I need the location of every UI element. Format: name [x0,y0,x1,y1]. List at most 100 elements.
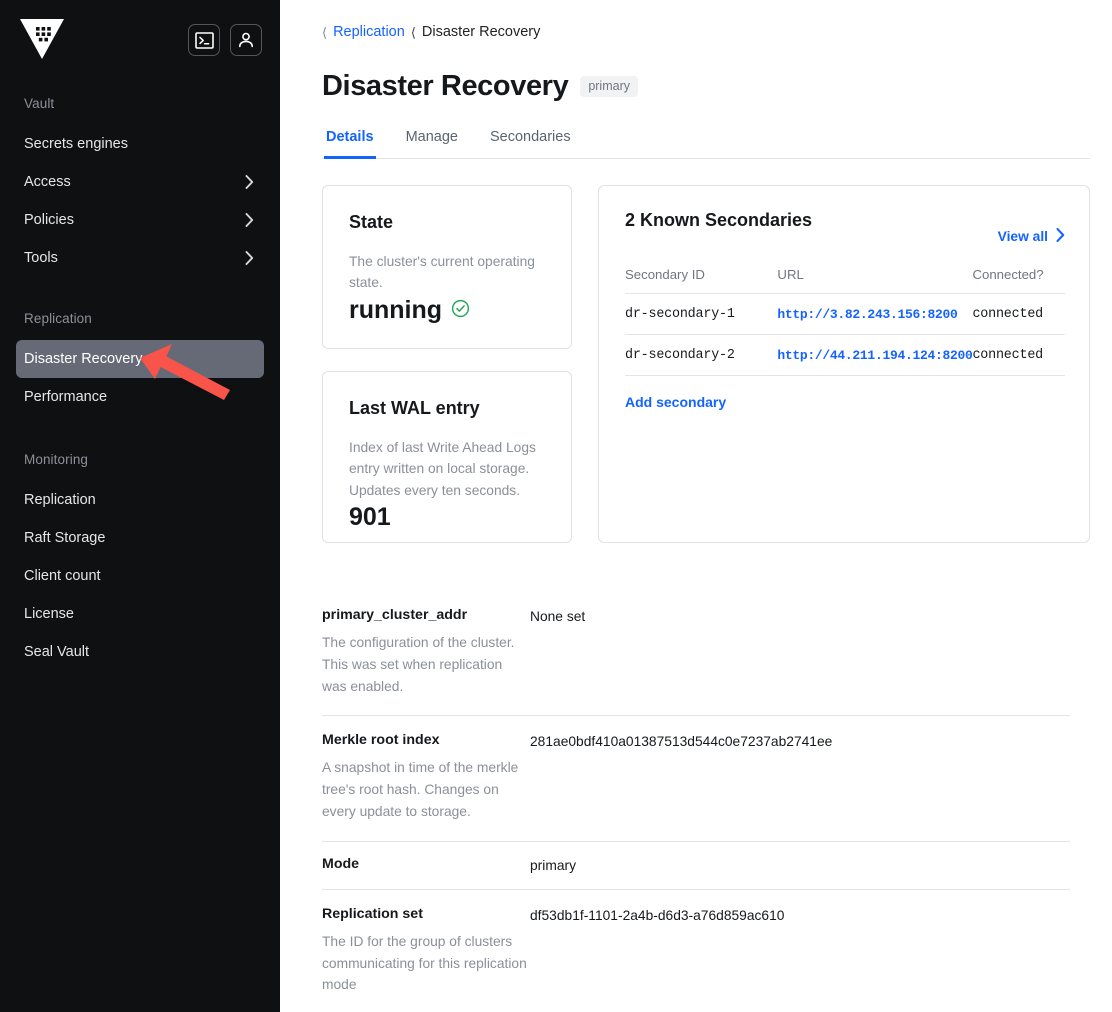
detail-label-col: Mode [322,856,530,872]
details-list: primary_cluster_addr The configuration o… [322,591,1090,1012]
nav-section-vault: Vault Secrets engines Access Policies To… [16,96,264,277]
sidebar-item-label: Seal Vault [24,644,90,660]
detail-label-col: Replication set The ID for the group of … [322,906,530,996]
detail-label-col: primary_cluster_addr The configuration o… [322,607,530,697]
nav-section-label-vault: Vault [24,96,55,111]
sidebar-action-buttons [188,14,262,56]
last-wal-entry-card: Last WAL entry Index of last Write Ahead… [322,371,572,543]
detail-label: Mode [322,856,360,873]
table-row: dr-secondary-2 http://44.211.194.124:820… [625,334,1065,376]
sidebar-item-tools[interactable]: Tools [16,239,264,277]
sidebar-item-label: Replication [24,492,96,508]
breadcrumb-current: Disaster Recovery [421,24,541,40]
sidebar-header [0,0,280,72]
sidebar-item-label: Raft Storage [24,530,106,546]
detail-row-merkle-root-index: Merkle root index A snapshot in time of … [322,716,1070,842]
column-header-secondary-id: Secondary ID [625,267,778,294]
cell-secondary-id: dr-secondary-2 [625,334,778,376]
console-toggle-button[interactable] [188,24,220,56]
secondaries-table: Secondary ID URL Connected? dr-secondary… [625,267,1065,376]
sidebar-item-policies[interactable]: Policies [16,201,264,239]
summary-cards-column: State The cluster's current operating st… [322,185,572,543]
chevron-right-icon [245,251,254,265]
wal-card-title: Last WAL entry [349,398,480,418]
sidebar-item-access[interactable]: Access [16,163,264,201]
cell-url: http://44.211.194.124:8200 [777,334,973,376]
sidebar-item-label: Tools [24,250,58,266]
wal-card-description: Index of last Write Ahead Logs entry wri… [349,440,536,498]
sidebar-item-label: Secrets engines [24,136,128,152]
chevron-left-icon: ⟨ [410,24,416,40]
check-circle-icon [451,296,470,325]
sidebar-item-seal-vault[interactable]: Seal Vault [16,633,264,671]
sidebar-item-label: Policies [24,212,74,228]
sidebar-item-disaster-recovery[interactable]: Disaster Recovery [16,340,264,378]
status-badge: primary [580,75,638,98]
cards-row: State The cluster's current operating st… [322,185,1090,543]
view-all-secondaries-link[interactable]: View all [998,228,1065,245]
detail-row-mode: Mode primary [322,842,1070,890]
detail-help-text: The ID for the group of clusters communi… [322,933,527,993]
nav-section-replication: Replication Disaster Recovery Performanc… [16,311,264,416]
detail-row-replication-set: Replication set The ID for the group of … [322,890,1070,1012]
wal-card-value: 901 [349,503,391,532]
sidebar-item-performance[interactable]: Performance [16,378,264,416]
wal-card-value-row: 901 [349,503,545,532]
cell-connected: connected [972,293,1065,335]
add-secondary-link[interactable]: Add secondary [625,394,726,410]
sidebar-item-label: Access [24,174,71,190]
sidebar-item-replication[interactable]: Replication [16,481,264,519]
cell-url: http://3.82.243.156:8200 [777,293,973,335]
secondaries-table-head: Secondary ID URL Connected? [625,267,1065,294]
secondaries-panel-title: 2 Known Secondaries [625,210,813,230]
state-card-value: running [349,295,443,324]
nav-section-label-monitoring: Monitoring [24,452,89,467]
known-secondaries-panel: 2 Known Secondaries View all Secondary I… [598,185,1090,543]
column-header-connected: Connected? [972,267,1065,294]
user-menu-button[interactable] [230,24,262,56]
view-all-label: View all [997,229,1048,244]
cell-secondary-id: dr-secondary-1 [625,293,778,335]
tab-details[interactable]: Details [324,125,376,159]
terminal-icon [194,31,214,49]
chevron-right-icon [245,175,254,189]
vault-logo-icon[interactable] [16,14,68,62]
nav-section-label-replication: Replication [24,311,92,326]
page-title-row: Disaster Recovery primary [322,70,1090,103]
tab-bar: Details Manage Secondaries [322,125,1090,159]
tab-manage[interactable]: Manage [404,125,460,159]
detail-value: 281ae0bdf410a01387513d544c0e7237ab2741ee [530,734,833,750]
main-content: ⟨ Replication ⟨ Disaster Recovery Disast… [280,0,1112,1012]
cell-connected: connected [972,334,1065,376]
panel-header: 2 Known Secondaries View all [625,210,1065,245]
nav-section-monitoring: Monitoring Replication Raft Storage Clie… [16,452,264,671]
detail-help-text: The configuration of the cluster. This w… [322,635,515,694]
chevron-right-icon [1056,228,1065,245]
user-icon [237,31,255,49]
tab-secondaries[interactable]: Secondaries [488,125,573,159]
sidebar-item-label: License [24,606,74,622]
page-title: Disaster Recovery [322,70,569,102]
sidebar-item-label: Performance [24,389,108,405]
sidebar-item-raft-storage[interactable]: Raft Storage [16,519,264,557]
detail-row-primary-cluster-addr: primary_cluster_addr The configuration o… [322,591,1070,717]
secondary-url-link[interactable]: http://3.82.243.156:8200 [777,307,957,322]
secondary-url-link[interactable]: http://44.211.194.124:8200 [777,348,972,363]
sidebar-item-client-count[interactable]: Client count [16,557,264,595]
sidebar-nav: Vault Secrets engines Access Policies To… [0,72,280,671]
sidebar-item-secrets-engines[interactable]: Secrets engines [16,125,264,163]
sidebar-item-label: Client count [24,568,101,584]
state-card: State The cluster's current operating st… [322,185,572,349]
state-card-value-row: running [349,296,545,325]
state-card-description: The cluster's current operating state. [349,254,535,291]
secondaries-table-body: dr-secondary-1 http://3.82.243.156:8200 … [625,293,1065,376]
sidebar-item-label: Disaster Recovery [24,351,143,367]
detail-label: Merkle root index [322,732,440,749]
detail-value: df53db1f-1101-2a4b-d6d3-a76d859ac610 [530,907,785,923]
state-card-title: State [349,212,394,232]
detail-label-col: Merkle root index A snapshot in time of … [322,732,530,822]
sidebar-item-license[interactable]: License [16,595,264,633]
column-header-url: URL [777,267,973,294]
app-root: Vault Secrets engines Access Policies To… [0,0,1112,1012]
breadcrumb-link-replication[interactable]: Replication [333,24,405,40]
